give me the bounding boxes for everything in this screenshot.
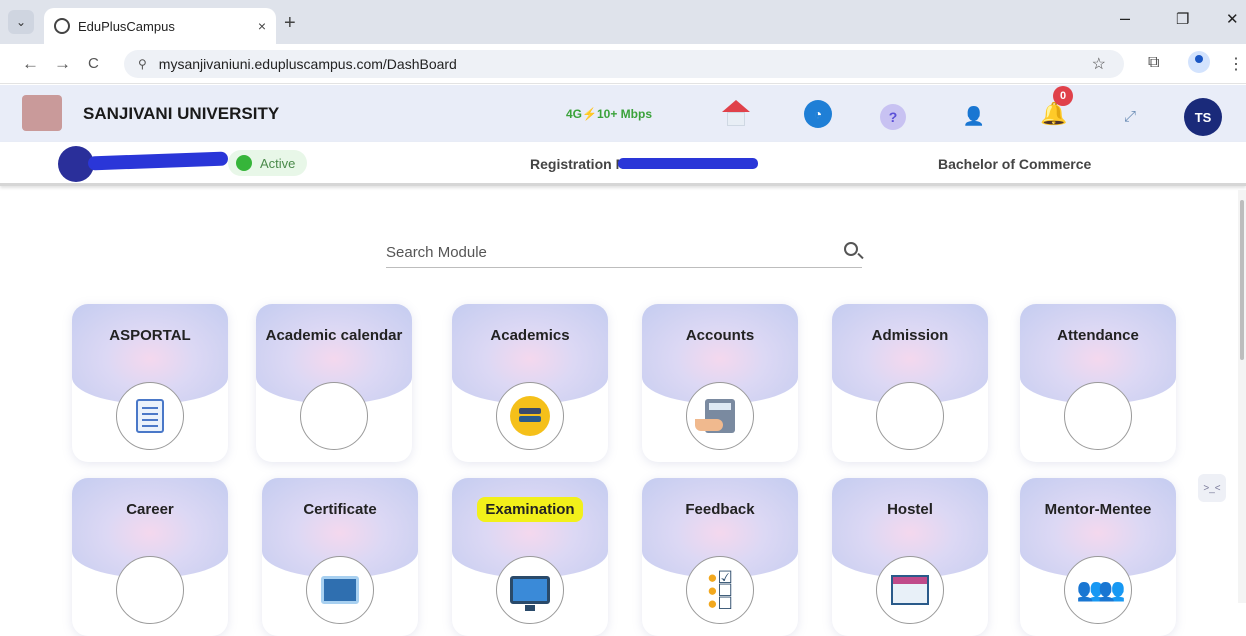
notification-badge: 0 (1053, 86, 1073, 106)
network-speed: 4G⚡10+ Mbps (566, 107, 652, 121)
url-input[interactable]: ⚲ mysanjivaniuni.edupluscampus.com/DashB… (124, 50, 1124, 78)
checklist-icon: ●☑ ●☐ ●☐ (686, 556, 754, 624)
module-card-certificate[interactable]: Certificate (262, 478, 418, 636)
module-label: Examination (452, 497, 608, 522)
module-label: Feedback (685, 501, 755, 518)
site-favicon-icon (54, 18, 70, 34)
people-icon: 👥👥 (1064, 556, 1132, 624)
minimize-button[interactable]: – (1120, 8, 1130, 29)
redacted-registration (618, 158, 758, 169)
blank-icon (116, 556, 184, 624)
module-label: Hostel (887, 501, 933, 518)
back-button[interactable]: ← (22, 54, 39, 74)
module-card-accounts[interactable]: Accounts (642, 304, 798, 462)
status-badge: Active (228, 150, 308, 176)
speedometer-icon[interactable]: ◔ (804, 100, 832, 128)
reload-button[interactable]: C (88, 55, 99, 72)
module-label: Mentor-Mentee (1044, 501, 1152, 518)
forward-button[interactable]: → (54, 54, 71, 74)
module-card-hostel[interactable]: Hostel (832, 478, 988, 636)
extensions-icon[interactable]: ⧉ (1148, 54, 1159, 72)
new-tab-button[interactable]: + (284, 12, 296, 35)
tab-search-chevron-icon[interactable]: ⌄ (8, 10, 34, 34)
blank-icon (876, 382, 944, 450)
module-card-feedback[interactable]: Feedback ●☑ ●☐ ●☐ (642, 478, 798, 636)
module-label: Certificate (303, 501, 377, 518)
certificate-icon (306, 556, 374, 624)
browser-tab-bar: ⌄ EduPlusCampus × + – ❐ ✕ (0, 0, 1246, 44)
browser-profile-icon[interactable] (1188, 51, 1210, 73)
module-card-examination[interactable]: Examination (452, 478, 608, 636)
blank-icon (1064, 382, 1132, 450)
screen-icon (496, 556, 564, 624)
tab-title: EduPlusCampus (78, 18, 175, 34)
fullscreen-icon[interactable]: ⤢ (1116, 102, 1144, 130)
network-speed-value: 10+ Mbps (596, 107, 652, 121)
module-label: Academics (490, 327, 570, 344)
books-icon (496, 382, 564, 450)
user-switch-icon[interactable]: 👤 (960, 102, 988, 130)
module-card-mentor-mentee[interactable]: Mentor-Mentee 👥👥 (1020, 478, 1176, 636)
calculator-hand-icon (686, 382, 754, 450)
browser-menu-icon[interactable]: ⋮ (1228, 54, 1244, 74)
home-icon[interactable] (722, 100, 750, 126)
search-icon[interactable] (844, 242, 858, 256)
site-info-icon[interactable]: ⚲ (138, 57, 147, 71)
highlighted-label: Examination (477, 497, 583, 522)
browser-tab[interactable]: EduPlusCampus × (44, 8, 276, 44)
module-card-asportal[interactable]: ASPORTAL (72, 304, 228, 462)
module-card-attendance[interactable]: Attendance (1020, 304, 1176, 462)
assistant-widget-icon[interactable]: >_< (1198, 474, 1226, 502)
bookmark-star-icon[interactable]: ☆ (1092, 54, 1106, 74)
document-edit-icon (116, 382, 184, 450)
module-label: Admission (871, 327, 949, 344)
scrollbar-thumb[interactable] (1240, 200, 1244, 360)
address-bar-row: ← → C ⚲ mysanjivaniuni.edupluscampus.com… (0, 44, 1246, 84)
university-logo (22, 95, 62, 131)
module-label: Academic calendar (265, 327, 403, 344)
blank-icon (300, 382, 368, 450)
course-name: Bachelor of Commerce (938, 156, 1092, 172)
redacted-name (87, 151, 229, 171)
module-label: Career (126, 501, 174, 518)
user-avatar[interactable]: TS (1184, 98, 1222, 136)
tab-close-icon[interactable]: × (258, 18, 266, 34)
module-label: Accounts (685, 327, 755, 344)
module-search (386, 238, 862, 268)
status-text: Active (260, 155, 296, 171)
student-info-strip: Active Registration No Bachelor of Comme… (0, 142, 1246, 186)
search-input[interactable] (386, 238, 826, 266)
module-label: Attendance (1057, 327, 1139, 344)
university-name: SANJIVANI UNIVERSITY (83, 104, 280, 123)
module-card-career[interactable]: Career (72, 478, 228, 636)
status-dot-icon (236, 155, 252, 171)
close-window-button[interactable]: ✕ (1226, 10, 1239, 28)
module-card-academics[interactable]: Academics (452, 304, 608, 462)
module-card-academic-calendar[interactable]: Academic calendar (256, 304, 412, 462)
maximize-button[interactable]: ❐ (1176, 10, 1189, 28)
module-card-admission[interactable]: Admission (832, 304, 988, 462)
help-icon[interactable]: ? (880, 104, 906, 130)
hostel-icon (876, 556, 944, 624)
url-text: mysanjivaniuni.edupluscampus.com/DashBoa… (158, 56, 457, 72)
bolt-icon: ⚡ (582, 107, 597, 121)
module-label: ASPORTAL (109, 327, 191, 344)
network-type: 4G (566, 107, 583, 121)
